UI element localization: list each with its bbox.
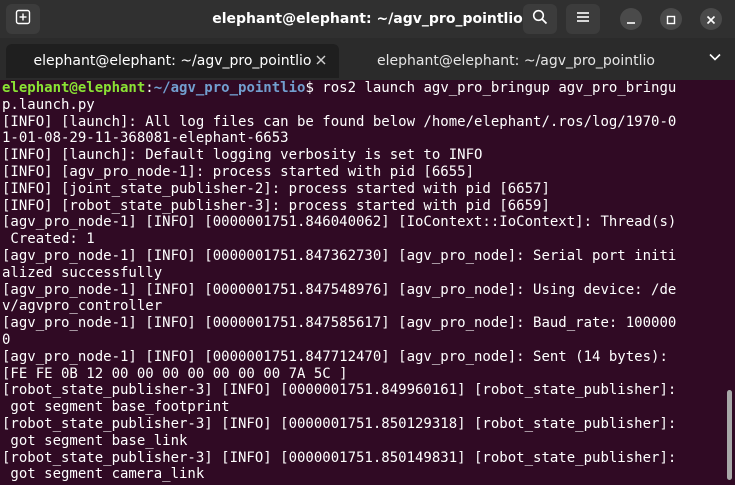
output-line: [agv_pro_node-1] [INFO] [0000001751.8475… [2,315,677,332]
hamburger-menu-icon [575,9,591,29]
tab-label: elephant@elephant: ~/agv_pro_pointlio [33,53,312,69]
output-line: [INFO] [joint_state_publisher-2]: proces… [2,180,550,197]
tab-menu-button[interactable] [705,48,725,68]
output-line: p.launch.py [2,96,95,113]
output-line: 1-01-08-29-11-368081-elephant-6653 [2,130,289,147]
prompt-separator: : [145,80,154,96]
output-line: [agv_pro_node-1] [INFO] [0000001751.8473… [2,247,677,264]
output-line: got segment camera_link [2,466,205,483]
output-line: v/agvpro_controller [2,298,163,315]
menu-button[interactable] [566,4,600,34]
tab-terminal-2[interactable]: elephant@elephant: ~/agv_pro_pointlio [346,44,686,78]
scrollbar-thumb[interactable] [727,390,732,480]
output-line: [INFO] [agv_pro_node-1]: process started… [2,163,475,180]
prompt-line: elephant@elephant:~/agv_pro_pointlio$ ro… [2,80,735,97]
title-bar[interactable]: elephant@elephant: ~/agv_pro_pointlio [0,0,735,38]
search-button[interactable] [523,4,557,34]
output-line: [agv_pro_node-1] [INFO] [0000001751.8475… [2,281,677,298]
close-button[interactable] [700,8,722,30]
output-line: Created: 1 [2,231,95,248]
tab-close-button[interactable] [313,53,329,69]
output-line: got segment base_footprint [2,399,230,416]
output-line: alized successfully [2,264,163,281]
chevron-down-icon [708,49,722,68]
close-icon [706,10,716,29]
tab-bar: elephant@elephant: ~/agv_pro_pointlio el… [0,38,735,81]
terminal-output[interactable]: elephant@elephant:~/agv_pro_pointlio$ ro… [0,80,735,485]
minimize-button[interactable] [620,8,642,30]
maximize-icon [666,10,676,29]
output-line: [robot_state_publisher-3] [INFO] [000000… [2,382,677,399]
output-line: [FE FE 0B 12 00 00 00 00 00 00 00 7A 5C … [2,365,348,382]
terminal-window: elephant@elephant: ~/agv_pro_pointlio el… [0,0,735,485]
close-icon [316,53,326,69]
output-line: 0 [2,331,11,348]
search-icon [532,9,548,29]
output-line: got segment base_link [2,432,188,449]
prompt-command: $ ros2 launch agv_pro_bringup agv_pro_br… [305,80,677,96]
maximize-button[interactable] [660,8,682,30]
output-line: [INFO] [launch]: All log files can be fo… [2,113,677,130]
tab-terminal-1[interactable]: elephant@elephant: ~/agv_pro_pointlio [6,44,339,78]
output-line: [agv_pro_node-1] [INFO] [0000001751.8477… [2,348,668,365]
minimize-icon [626,10,636,29]
output-line: [INFO] [launch]: Default logging verbosi… [2,147,483,164]
tab-label: elephant@elephant: ~/agv_pro_pointlio [377,53,655,69]
output-line: [INFO] [robot_state_publisher-3]: proces… [2,197,550,214]
output-line: [robot_state_publisher-3] [INFO] [000000… [2,415,677,432]
output-line: [agv_pro_node-1] [INFO] [0000001751.8460… [2,214,677,231]
prompt-user: elephant@elephant [2,80,146,96]
output-line: [robot_state_publisher-3] [INFO] [000000… [2,449,677,466]
prompt-path: ~/agv_pro_pointlio [153,80,306,96]
